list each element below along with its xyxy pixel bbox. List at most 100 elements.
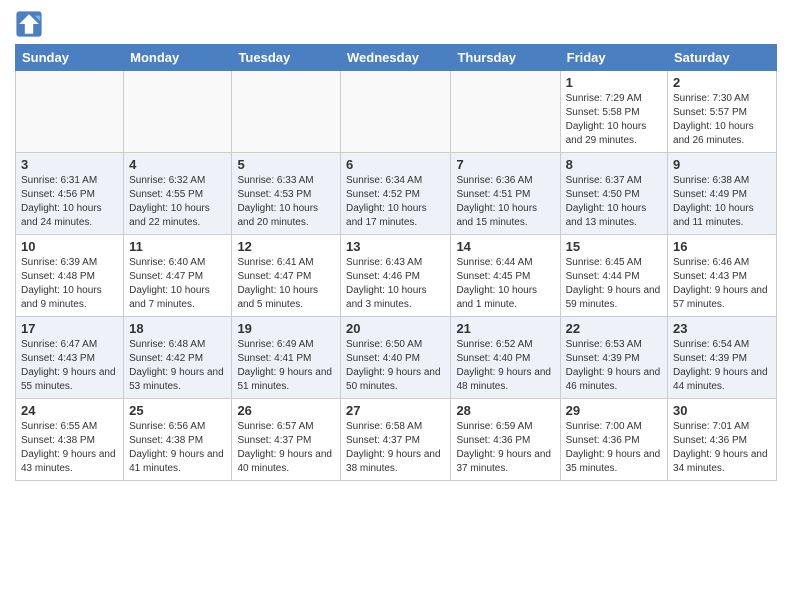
day-info: Sunrise: 6:32 AM Sunset: 4:55 PM Dayligh… bbox=[129, 174, 226, 230]
day-number: 13 bbox=[346, 239, 445, 254]
calendar-cell: 28 Sunrise: 6:59 AM Sunset: 4:36 PM Dayli… bbox=[451, 399, 560, 481]
day-info: Sunrise: 7:00 AM Sunset: 4:36 PM Dayligh… bbox=[566, 420, 662, 476]
day-number: 9 bbox=[673, 157, 771, 172]
col-header-thursday: Thursday bbox=[451, 45, 560, 71]
day-number: 10 bbox=[21, 239, 118, 254]
calendar-cell bbox=[124, 71, 232, 153]
day-info: Sunrise: 6:33 AM Sunset: 4:53 PM Dayligh… bbox=[237, 174, 335, 230]
day-number: 28 bbox=[456, 403, 554, 418]
calendar-cell: 6Sunrise: 6:34 AM Sunset: 4:52 PM Daylig… bbox=[341, 153, 451, 235]
day-info: Sunrise: 6:56 AM Sunset: 4:38 PM Dayligh… bbox=[129, 420, 226, 476]
day-number: 5 bbox=[237, 157, 335, 172]
day-number: 17 bbox=[21, 321, 118, 336]
calendar-cell: 23 Sunrise: 6:54 AM Sunset: 4:39 PM Dayli… bbox=[668, 317, 777, 399]
calendar-week-1: 1 Sunrise: 7:29 AM Sunset: 5:58 PM Daylig… bbox=[16, 71, 777, 153]
day-number: 29 bbox=[566, 403, 662, 418]
calendar-cell: 3 Sunrise: 6:31 AM Sunset: 4:56 PM Daylig… bbox=[16, 153, 124, 235]
calendar-cell bbox=[16, 71, 124, 153]
calendar-cell bbox=[451, 71, 560, 153]
header bbox=[15, 10, 777, 38]
day-info: Sunrise: 6:39 AM Sunset: 4:48 PM Dayligh… bbox=[21, 256, 118, 312]
calendar-cell: 2Sunrise: 7:30 AM Sunset: 5:57 PM Daylig… bbox=[668, 71, 777, 153]
col-header-monday: Monday bbox=[124, 45, 232, 71]
day-info: Sunrise: 7:01 AM Sunset: 4:36 PM Dayligh… bbox=[673, 420, 771, 476]
calendar-cell: 30 Sunrise: 7:01 AM Sunset: 4:36 PM Dayli… bbox=[668, 399, 777, 481]
calendar-cell: 18 Sunrise: 6:48 AM Sunset: 4:42 PM Dayli… bbox=[124, 317, 232, 399]
day-info: Sunrise: 6:38 AM Sunset: 4:49 PM Dayligh… bbox=[673, 174, 771, 230]
day-info: Sunrise: 6:44 AM Sunset: 4:45 PM Dayligh… bbox=[456, 256, 554, 312]
day-info: Sunrise: 6:31 AM Sunset: 4:56 PM Dayligh… bbox=[21, 174, 118, 230]
calendar-cell: 7 Sunrise: 6:36 AM Sunset: 4:51 PM Daylig… bbox=[451, 153, 560, 235]
calendar-cell: 24 Sunrise: 6:55 AM Sunset: 4:38 PM Dayli… bbox=[16, 399, 124, 481]
day-number: 30 bbox=[673, 403, 771, 418]
calendar-cell: 14Sunrise: 6:44 AM Sunset: 4:45 PM Dayli… bbox=[451, 235, 560, 317]
calendar-cell: 5 Sunrise: 6:33 AM Sunset: 4:53 PM Daylig… bbox=[232, 153, 341, 235]
day-number: 23 bbox=[673, 321, 771, 336]
day-info: Sunrise: 6:55 AM Sunset: 4:38 PM Dayligh… bbox=[21, 420, 118, 476]
calendar-cell: 20 Sunrise: 6:50 AM Sunset: 4:40 PM Dayli… bbox=[341, 317, 451, 399]
day-number: 20 bbox=[346, 321, 445, 336]
day-number: 11 bbox=[129, 239, 226, 254]
calendar-table: SundayMondayTuesdayWednesdayThursdayFrid… bbox=[15, 44, 777, 481]
day-number: 6 bbox=[346, 157, 445, 172]
day-number: 16 bbox=[673, 239, 771, 254]
calendar-cell: 13 Sunrise: 6:43 AM Sunset: 4:46 PM Dayli… bbox=[341, 235, 451, 317]
calendar-cell: 16 Sunrise: 6:46 AM Sunset: 4:43 PM Dayli… bbox=[668, 235, 777, 317]
day-info: Sunrise: 6:36 AM Sunset: 4:51 PM Dayligh… bbox=[456, 174, 554, 230]
day-info: Sunrise: 6:59 AM Sunset: 4:36 PM Dayligh… bbox=[456, 420, 554, 476]
calendar-cell: 26Sunrise: 6:57 AM Sunset: 4:37 PM Dayli… bbox=[232, 399, 341, 481]
calendar-cell: 17 Sunrise: 6:47 AM Sunset: 4:43 PM Dayli… bbox=[16, 317, 124, 399]
day-number: 19 bbox=[237, 321, 335, 336]
calendar-cell: 9 Sunrise: 6:38 AM Sunset: 4:49 PM Daylig… bbox=[668, 153, 777, 235]
day-number: 21 bbox=[456, 321, 554, 336]
col-header-tuesday: Tuesday bbox=[232, 45, 341, 71]
day-info: Sunrise: 6:37 AM Sunset: 4:50 PM Dayligh… bbox=[566, 174, 662, 230]
day-info: Sunrise: 6:48 AM Sunset: 4:42 PM Dayligh… bbox=[129, 338, 226, 394]
calendar-week-2: 3 Sunrise: 6:31 AM Sunset: 4:56 PM Daylig… bbox=[16, 153, 777, 235]
day-info: Sunrise: 7:29 AM Sunset: 5:58 PM Dayligh… bbox=[566, 92, 662, 148]
col-header-saturday: Saturday bbox=[668, 45, 777, 71]
day-number: 2 bbox=[673, 75, 771, 90]
col-header-wednesday: Wednesday bbox=[341, 45, 451, 71]
calendar-header-row: SundayMondayTuesdayWednesdayThursdayFrid… bbox=[16, 45, 777, 71]
day-number: 15 bbox=[566, 239, 662, 254]
day-number: 22 bbox=[566, 321, 662, 336]
day-info: Sunrise: 6:47 AM Sunset: 4:43 PM Dayligh… bbox=[21, 338, 118, 394]
calendar-cell: 25Sunrise: 6:56 AM Sunset: 4:38 PM Dayli… bbox=[124, 399, 232, 481]
calendar-cell bbox=[232, 71, 341, 153]
calendar-cell: 27 Sunrise: 6:58 AM Sunset: 4:37 PM Dayli… bbox=[341, 399, 451, 481]
logo-icon bbox=[15, 10, 43, 38]
calendar-cell bbox=[341, 71, 451, 153]
calendar-cell: 10 Sunrise: 6:39 AM Sunset: 4:48 PM Dayli… bbox=[16, 235, 124, 317]
calendar-cell: 12Sunrise: 6:41 AM Sunset: 4:47 PM Dayli… bbox=[232, 235, 341, 317]
day-info: Sunrise: 6:54 AM Sunset: 4:39 PM Dayligh… bbox=[673, 338, 771, 394]
logo bbox=[15, 10, 47, 38]
day-number: 8 bbox=[566, 157, 662, 172]
day-number: 26 bbox=[237, 403, 335, 418]
day-info: Sunrise: 6:45 AM Sunset: 4:44 PM Dayligh… bbox=[566, 256, 662, 312]
day-info: Sunrise: 6:43 AM Sunset: 4:46 PM Dayligh… bbox=[346, 256, 445, 312]
calendar-cell: 8 Sunrise: 6:37 AM Sunset: 4:50 PM Daylig… bbox=[560, 153, 667, 235]
day-number: 1 bbox=[566, 75, 662, 90]
col-header-friday: Friday bbox=[560, 45, 667, 71]
day-info: Sunrise: 6:40 AM Sunset: 4:47 PM Dayligh… bbox=[129, 256, 226, 312]
day-info: Sunrise: 6:58 AM Sunset: 4:37 PM Dayligh… bbox=[346, 420, 445, 476]
day-info: Sunrise: 6:52 AM Sunset: 4:40 PM Dayligh… bbox=[456, 338, 554, 394]
day-number: 4 bbox=[129, 157, 226, 172]
page-container: SundayMondayTuesdayWednesdayThursdayFrid… bbox=[0, 0, 792, 491]
calendar-cell: 22Sunrise: 6:53 AM Sunset: 4:39 PM Dayli… bbox=[560, 317, 667, 399]
calendar-cell: 4 Sunrise: 6:32 AM Sunset: 4:55 PM Daylig… bbox=[124, 153, 232, 235]
day-info: Sunrise: 6:50 AM Sunset: 4:40 PM Dayligh… bbox=[346, 338, 445, 394]
day-number: 3 bbox=[21, 157, 118, 172]
calendar-week-4: 17 Sunrise: 6:47 AM Sunset: 4:43 PM Dayli… bbox=[16, 317, 777, 399]
day-number: 18 bbox=[129, 321, 226, 336]
calendar-cell: 1 Sunrise: 7:29 AM Sunset: 5:58 PM Daylig… bbox=[560, 71, 667, 153]
day-info: Sunrise: 6:46 AM Sunset: 4:43 PM Dayligh… bbox=[673, 256, 771, 312]
calendar-week-3: 10 Sunrise: 6:39 AM Sunset: 4:48 PM Dayli… bbox=[16, 235, 777, 317]
day-number: 7 bbox=[456, 157, 554, 172]
calendar-cell: 19Sunrise: 6:49 AM Sunset: 4:41 PM Dayli… bbox=[232, 317, 341, 399]
day-number: 24 bbox=[21, 403, 118, 418]
day-number: 27 bbox=[346, 403, 445, 418]
calendar-cell: 29 Sunrise: 7:00 AM Sunset: 4:36 PM Dayli… bbox=[560, 399, 667, 481]
day-number: 12 bbox=[237, 239, 335, 254]
